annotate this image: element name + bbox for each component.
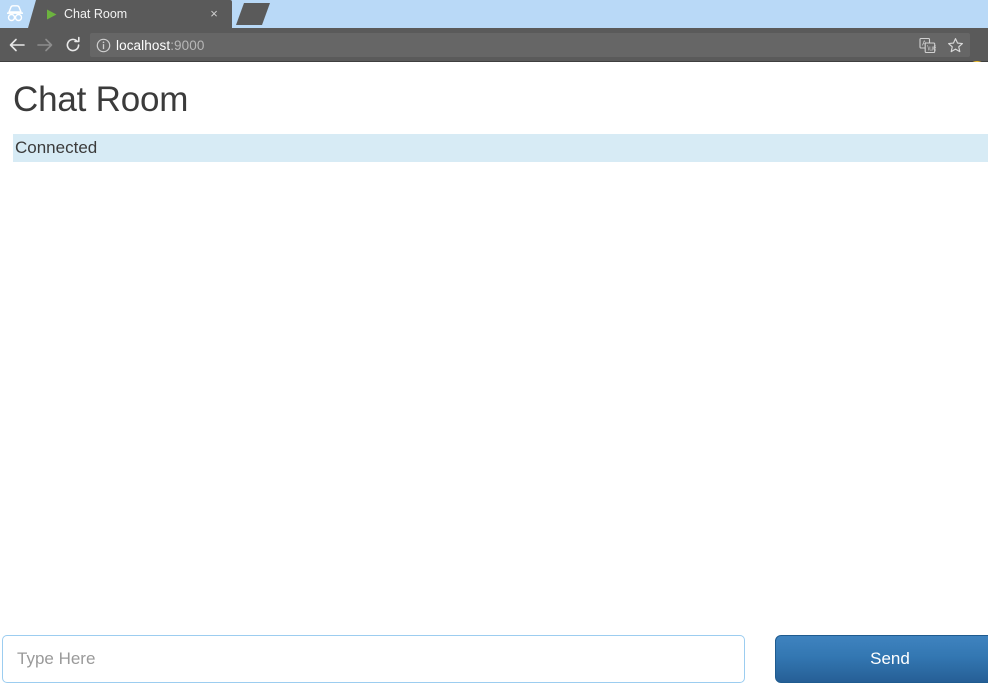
info-circle-icon[interactable]	[90, 33, 116, 57]
svg-text:\u6587: \u6587	[927, 45, 936, 52]
star-outline-icon[interactable]	[944, 34, 966, 56]
incognito-icon	[2, 2, 28, 26]
browser-tab-title: Chat Room	[64, 7, 128, 21]
forward-arrow-icon	[32, 32, 58, 58]
back-arrow-icon[interactable]	[4, 32, 30, 58]
message-input[interactable]	[2, 635, 745, 683]
page-content: Chat Room Connected Send	[0, 62, 988, 685]
address-bar-url: localhost:9000	[116, 38, 204, 53]
new-tab-button[interactable]	[236, 3, 270, 25]
message-list[interactable]	[13, 164, 988, 634]
reload-icon[interactable]	[60, 32, 86, 58]
send-button[interactable]: Send	[775, 635, 988, 683]
browser-window: Chat Room × localhost:9000 A \u6 Chat Ro…	[0, 0, 988, 685]
url-host: localhost	[116, 37, 171, 53]
green-play-triangle-icon	[44, 7, 58, 21]
tab-strip: Chat Room ×	[0, 0, 988, 28]
omnibox-actions: A \u6587	[916, 33, 966, 57]
connection-status-bar: Connected	[13, 134, 988, 162]
address-bar[interactable]: localhost:9000 A \u6587	[90, 33, 970, 57]
connection-status-text: Connected	[15, 138, 98, 157]
translate-icon[interactable]: A \u6587	[916, 34, 938, 56]
message-composer: Send	[0, 635, 988, 685]
url-port: :9000	[170, 37, 205, 53]
page-title: Chat Room	[13, 80, 189, 119]
browser-toolbar: localhost:9000 A \u6587 !	[0, 28, 988, 83]
tab-close-icon[interactable]: ×	[206, 6, 222, 22]
